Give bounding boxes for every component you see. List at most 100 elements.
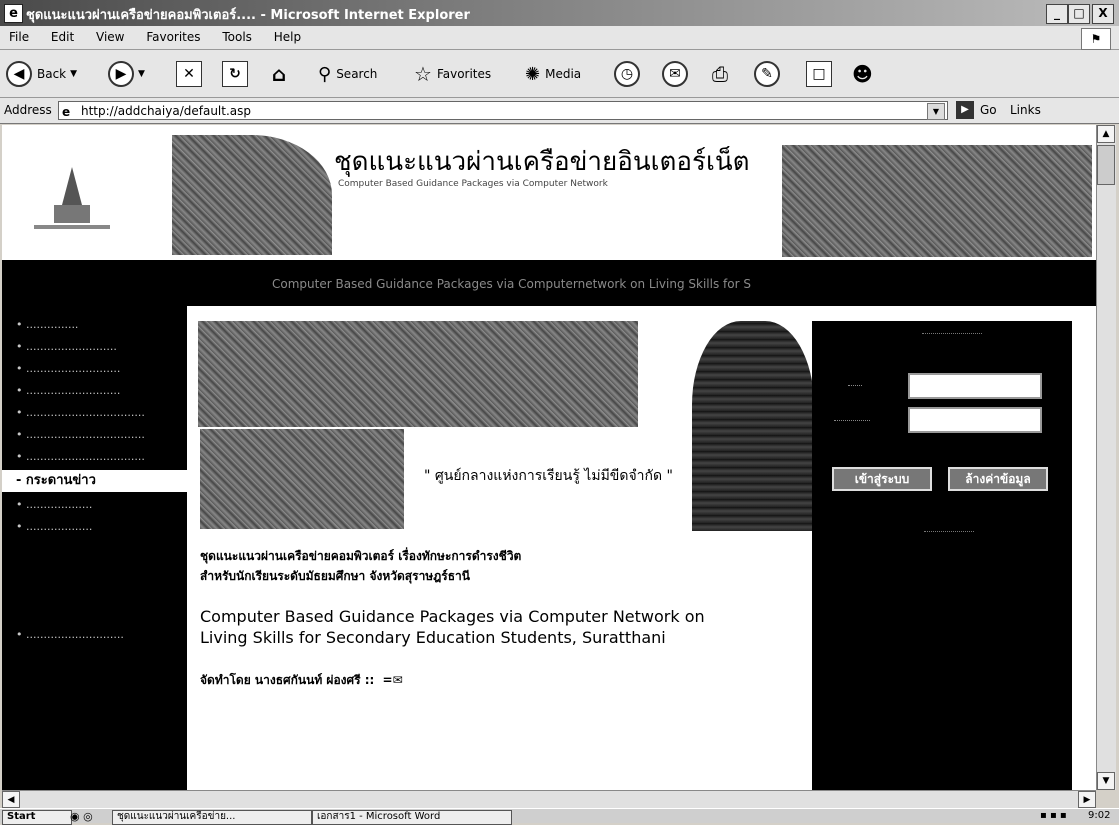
tray-icons[interactable]: ▪ ▪ ▪ bbox=[1040, 810, 1067, 821]
search-button[interactable]: ⚲ Search bbox=[318, 58, 377, 90]
stop-icon: ✕ bbox=[176, 61, 202, 87]
mail-icon: ✉ bbox=[662, 61, 688, 87]
media-label: Media bbox=[545, 67, 582, 81]
students-collage-photo bbox=[198, 321, 638, 427]
ie-app-icon: e bbox=[4, 4, 23, 23]
login-button[interactable]: เข้าสู่ระบบ bbox=[832, 467, 932, 491]
maximize-button[interactable]: □ bbox=[1068, 4, 1090, 24]
back-dropdown-icon[interactable]: ▼ bbox=[70, 69, 77, 79]
scroll-thumb[interactable] bbox=[1097, 145, 1115, 185]
slogan-text: " ศูนย์กลางแห่งการเรียนรู้ ไม่มีขีดจำกัด… bbox=[424, 468, 673, 484]
go-arrow-icon: ▶ bbox=[956, 101, 974, 119]
menu-edit[interactable]: Edit bbox=[42, 26, 83, 44]
description-thai-line1: ชุดแนะแนวผ่านเครือข่ายคอมพิวเตอร์ เรื่อง… bbox=[200, 549, 522, 563]
menu-tools[interactable]: Tools bbox=[213, 26, 261, 44]
back-button[interactable]: ◀ Back ▼ bbox=[6, 58, 77, 90]
page-icon: e bbox=[62, 105, 71, 119]
search-label: Search bbox=[336, 67, 378, 81]
clock: 9:02 bbox=[1088, 810, 1111, 821]
edit-button[interactable]: ✎ bbox=[754, 58, 780, 90]
horizontal-scrollbar[interactable]: ◀ ▶ bbox=[2, 790, 1096, 808]
title-bar: e ชุดแนะแนวผ่านเครือข่ายคอมพิวเตอร์.... … bbox=[0, 0, 1119, 26]
search-icon: ⚲ bbox=[318, 63, 332, 85]
banner-title-thai: ชุดแนะแนวผ่านเครือข่ายอินเตอร์เน็ต bbox=[334, 147, 750, 177]
nav-item-news-board[interactable]: - กระดานข่าว bbox=[2, 470, 187, 492]
favorites-label: Favorites bbox=[436, 67, 492, 81]
messenger-icon: ☻ bbox=[852, 62, 873, 86]
left-navigation: • ............... • ....................… bbox=[2, 306, 187, 790]
login-panel: เข้าสู่ระบบ ล้างค่าข้อมูล bbox=[812, 321, 1072, 790]
band-subtitle: Computer Based Guidance Packages via Com… bbox=[272, 277, 751, 291]
print-button[interactable]: ⎙ bbox=[712, 58, 728, 90]
email-link-icon[interactable]: =✉ bbox=[383, 673, 403, 687]
students-photo bbox=[782, 145, 1092, 257]
home-button[interactable]: ⌂ bbox=[266, 58, 292, 90]
nav-item-9[interactable]: • ................... bbox=[2, 494, 187, 516]
minimize-button[interactable]: _ bbox=[1046, 4, 1068, 24]
password-label bbox=[834, 420, 870, 421]
menu-bar: File Edit View Favorites Tools Help ⚑ bbox=[0, 26, 1119, 50]
history-icon: ◷ bbox=[614, 61, 640, 87]
menu-file[interactable]: File bbox=[0, 26, 38, 44]
school-building-photo bbox=[172, 135, 332, 255]
scroll-right-icon[interactable]: ▶ bbox=[1078, 791, 1096, 808]
quicklaunch-icons[interactable]: ◉ ◎ bbox=[70, 810, 93, 823]
nav-item-4[interactable]: • ........................... bbox=[2, 380, 187, 402]
address-input[interactable]: e http://addchaiya/default.asp ▼ bbox=[58, 101, 948, 120]
banner-title-english: Computer Based Guidance Packages via Com… bbox=[338, 179, 608, 189]
address-dropdown-icon[interactable]: ▼ bbox=[927, 103, 945, 120]
scroll-up-icon[interactable]: ▲ bbox=[1097, 125, 1115, 143]
scroll-down-icon[interactable]: ▼ bbox=[1097, 772, 1115, 790]
windows-logo-icon: ⚑ bbox=[1081, 28, 1111, 50]
nav-item-10[interactable]: • ................... bbox=[2, 516, 187, 538]
menu-help[interactable]: Help bbox=[265, 26, 310, 44]
author-text: จัดทำโดย นางธศกันนท์ ผ่องศรี :: bbox=[200, 673, 375, 687]
refresh-button[interactable]: ↻ bbox=[222, 58, 248, 90]
nav-item-3[interactable]: • ........................... bbox=[2, 358, 187, 380]
menu-view[interactable]: View bbox=[87, 26, 133, 44]
media-icon: ✺ bbox=[525, 63, 541, 85]
discuss-button[interactable]: □ bbox=[806, 58, 832, 90]
go-button[interactable]: ▶ Go bbox=[956, 101, 997, 119]
favorites-button[interactable]: ☆ Favorites bbox=[414, 58, 491, 90]
nav-item-5[interactable]: • .................................. bbox=[2, 402, 187, 424]
clear-button[interactable]: ล้างค่าข้อมูล bbox=[948, 467, 1048, 491]
forward-button[interactable]: ▶ ▼ bbox=[108, 58, 145, 90]
forward-arrow-icon: ▶ bbox=[108, 61, 134, 87]
discuss-icon: □ bbox=[806, 61, 832, 87]
username-input[interactable] bbox=[908, 373, 1042, 399]
forward-dropdown-icon[interactable]: ▼ bbox=[138, 69, 145, 79]
header-band: Computer Based Guidance Packages via Com… bbox=[2, 260, 1096, 306]
description-thai-line2: สำหรับนักเรียนระดับมัธยมศึกษา จังหวัดสุร… bbox=[200, 569, 470, 583]
menu-favorites[interactable]: Favorites bbox=[137, 26, 209, 44]
window-title: ชุดแนะแนวผ่านเครือข่ายคอมพิวเตอร์.... - … bbox=[26, 8, 470, 23]
star-icon: ☆ bbox=[414, 62, 432, 86]
stop-button[interactable]: ✕ bbox=[176, 58, 202, 90]
media-button[interactable]: ✺ Media bbox=[525, 58, 581, 90]
nav-item-1[interactable]: • ............... bbox=[2, 314, 187, 336]
description-english-line1: Computer Based Guidance Packages via Com… bbox=[200, 607, 705, 626]
history-button[interactable]: ◷ bbox=[614, 58, 640, 90]
links-button[interactable]: Links bbox=[1010, 103, 1041, 117]
description-english-line2: Living Skills for Secondary Education St… bbox=[200, 628, 666, 647]
back-label: Back bbox=[37, 67, 67, 81]
teacher-photo bbox=[692, 321, 814, 531]
register-link[interactable] bbox=[924, 531, 974, 532]
home-icon: ⌂ bbox=[271, 62, 287, 86]
messenger-button[interactable]: ☻ bbox=[852, 58, 873, 90]
school-logo bbox=[32, 165, 112, 235]
address-label: Address bbox=[4, 103, 52, 117]
taskbar: Start ◉ ◎ ชุดแนะแนวผ่านเครือข่าย... เอกส… bbox=[0, 808, 1119, 825]
nav-item-2[interactable]: • .......................... bbox=[2, 336, 187, 358]
close-button[interactable]: X bbox=[1092, 4, 1114, 24]
site-banner: ชุดแนะแนวผ่านเครือข่ายอินเตอร์เน็ต Compu… bbox=[2, 125, 1096, 260]
scroll-left-icon[interactable]: ◀ bbox=[2, 791, 20, 808]
nav-item-7[interactable]: • .................................. bbox=[2, 446, 187, 468]
back-arrow-icon: ◀ bbox=[6, 61, 32, 87]
nav-item-6[interactable]: • .................................. bbox=[2, 424, 187, 446]
password-input[interactable] bbox=[908, 407, 1042, 433]
vertical-scrollbar[interactable]: ▲ ▼ bbox=[1096, 125, 1116, 790]
author-line: จัดทำโดย นางธศกันนท์ ผ่องศรี :: =✉ bbox=[200, 671, 403, 690]
mail-button[interactable]: ✉ bbox=[662, 58, 688, 90]
nav-item-11[interactable]: • ............................ bbox=[2, 624, 187, 646]
